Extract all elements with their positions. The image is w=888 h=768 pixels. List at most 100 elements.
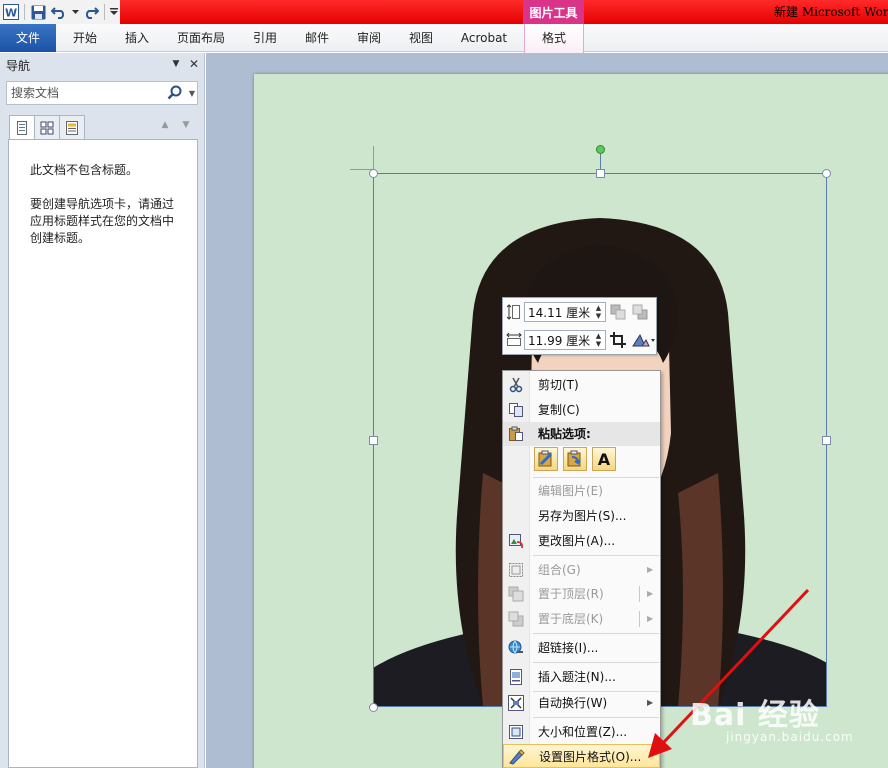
- width-field[interactable]: 11.99 厘米 ▲ ▼: [524, 330, 606, 350]
- tab-references[interactable]: 引用: [241, 24, 289, 52]
- menu-separator: [533, 477, 659, 478]
- redo-icon[interactable]: [82, 3, 100, 21]
- tab-insert[interactable]: 插入: [113, 24, 161, 52]
- menu-item-cut[interactable]: 剪切(T): [503, 373, 660, 397]
- send-backward-icon[interactable]: [630, 302, 650, 322]
- submenu-arrow-icon: ▶: [647, 589, 654, 598]
- resize-handle-right[interactable]: [822, 436, 831, 445]
- tab-view[interactable]: 视图: [397, 24, 445, 52]
- paste-option-buttons: A: [534, 447, 616, 473]
- copy-icon: [508, 402, 524, 418]
- menu-item-label: 设置图片格式(O)...: [539, 750, 642, 764]
- customize-qat-icon[interactable]: [109, 3, 119, 21]
- resize-handle-top[interactable]: [596, 169, 605, 178]
- watermark-url: jingyan.baidu.com: [726, 730, 854, 744]
- navigation-pane: 导航 ▼ ✕ ▼ ▲ ▼ 此文档不包含标题。 要创建导航选项卡，请通过应用标题样…: [0, 53, 205, 768]
- title-bar: W 图片工具 新建 Microsoft Wor: [0, 0, 888, 24]
- height-field[interactable]: 14.11 厘米 ▲ ▼: [524, 302, 606, 322]
- qat-divider: [104, 4, 105, 20]
- tab-review[interactable]: 审阅: [345, 24, 393, 52]
- menu-item-send-to-back: 置于底层(K) ▶: [503, 607, 660, 631]
- menu-item-label: 复制(C): [538, 403, 580, 417]
- picture-tools-context-label: 图片工具: [523, 0, 584, 24]
- menu-item-save-as-picture[interactable]: 另存为图片(S)...: [503, 504, 660, 528]
- nav-search-input[interactable]: [11, 84, 161, 102]
- format-picture-icon: [509, 749, 525, 765]
- text-wrap-icon[interactable]: [630, 330, 656, 350]
- merge-format-icon[interactable]: [563, 447, 587, 471]
- paste-text-only-glyph: A: [597, 449, 611, 469]
- menu-item-label: 大小和位置(Z)...: [538, 725, 628, 739]
- resize-handle-left[interactable]: [369, 436, 378, 445]
- tab-home[interactable]: 开始: [60, 24, 110, 52]
- qat-divider: [24, 4, 25, 20]
- menu-item-copy[interactable]: 复制(C): [503, 398, 660, 422]
- nav-pane-options-icon[interactable]: ▼: [170, 57, 182, 71]
- nav-pane-content: 此文档不包含标题。 要创建导航选项卡，请通过应用标题样式在您的文档中创建标题。: [8, 139, 198, 768]
- tab-page-layout[interactable]: 页面布局: [170, 24, 232, 52]
- height-spinner[interactable]: ▲ ▼: [594, 304, 603, 320]
- tab-acrobat[interactable]: Acrobat: [452, 24, 516, 52]
- menu-item-wrap-text[interactable]: 自动换行(W) ▶: [503, 691, 660, 715]
- keep-source-format-icon[interactable]: [534, 447, 558, 471]
- word-app-icon[interactable]: W: [2, 3, 20, 21]
- tab-file[interactable]: 文件: [0, 24, 56, 52]
- menu-item-label: 置于底层(K): [538, 612, 604, 626]
- split-divider: [639, 611, 640, 627]
- split-divider: [639, 586, 640, 602]
- caption-icon: [508, 669, 524, 685]
- resize-handle-top-left[interactable]: [369, 169, 378, 178]
- nav-view-tabs: [9, 115, 85, 140]
- menu-item-paste-options: 粘贴选项:: [503, 422, 660, 446]
- undo-icon[interactable]: [50, 3, 68, 21]
- nav-search-box[interactable]: ▼: [6, 81, 198, 105]
- width-spinner[interactable]: ▲ ▼: [594, 332, 603, 348]
- resize-handle-bottom-left[interactable]: [369, 703, 378, 712]
- bring-front-icon: [508, 586, 524, 602]
- search-icon[interactable]: [167, 85, 183, 101]
- menu-item-format-picture[interactable]: 设置图片格式(O)...: [503, 744, 660, 768]
- menu-item-label: 另存为图片(S)...: [538, 509, 627, 523]
- send-back-icon: [508, 611, 524, 627]
- menu-item-change-picture[interactable]: 更改图片(A)...: [503, 529, 660, 553]
- tab-format[interactable]: 格式: [524, 24, 584, 53]
- wrap-text-icon: [508, 695, 524, 711]
- nav-pane-title: 导航: [6, 58, 31, 73]
- undo-dropdown-icon[interactable]: [71, 3, 79, 21]
- context-menu: 剪切(T) 复制(C) 粘贴选项: A 编辑图片(E) 另存为图片(S)...: [502, 370, 661, 768]
- submenu-arrow-icon: ▶: [647, 565, 654, 574]
- rotate-handle[interactable]: [596, 145, 605, 154]
- menu-separator: [533, 662, 659, 663]
- keep-text-only-icon[interactable]: A: [592, 447, 616, 471]
- bring-forward-icon[interactable]: [608, 302, 628, 322]
- menu-item-label: 自动换行(W): [538, 696, 608, 710]
- menu-item-hyperlink[interactable]: 超链接(I)...: [503, 636, 660, 660]
- crop-icon[interactable]: [608, 330, 628, 350]
- nav-pane-close-icon[interactable]: ✕: [187, 57, 201, 71]
- save-icon[interactable]: [29, 3, 47, 21]
- height-value: 14.11 厘米: [528, 305, 591, 320]
- resize-handle-top-right[interactable]: [822, 169, 831, 178]
- next-result-icon[interactable]: ▼: [180, 120, 192, 132]
- menu-item-label: 粘贴选项:: [538, 427, 591, 441]
- menu-separator: [533, 717, 659, 718]
- width-value: 11.99 厘米: [528, 333, 591, 348]
- submenu-arrow-icon: ▶: [647, 698, 654, 707]
- headings-view-tab[interactable]: [9, 115, 35, 140]
- size-position-icon: [508, 724, 524, 740]
- results-view-tab[interactable]: [59, 115, 85, 139]
- pages-view-tab[interactable]: [34, 115, 60, 139]
- menu-item-size-and-position[interactable]: 大小和位置(Z)...: [503, 720, 660, 744]
- baidu-jingyan-watermark: Bai 经验 jingyan.baidu.com: [690, 690, 860, 750]
- previous-result-icon[interactable]: ▲: [159, 120, 171, 132]
- search-options-dropdown-icon[interactable]: ▼: [187, 87, 197, 99]
- menu-item-label: 置于顶层(R): [538, 587, 604, 601]
- menu-item-label: 编辑图片(E): [538, 484, 603, 498]
- shape-height-icon: [506, 303, 522, 321]
- tab-mailings[interactable]: 邮件: [293, 24, 341, 52]
- svg-text:W: W: [5, 7, 17, 20]
- document-title: 新建 Microsoft Wor: [774, 5, 888, 19]
- group-icon: [508, 562, 524, 578]
- menu-item-insert-caption[interactable]: 插入题注(N)...: [503, 665, 660, 689]
- menu-item-bring-to-front: 置于顶层(R) ▶: [503, 582, 660, 606]
